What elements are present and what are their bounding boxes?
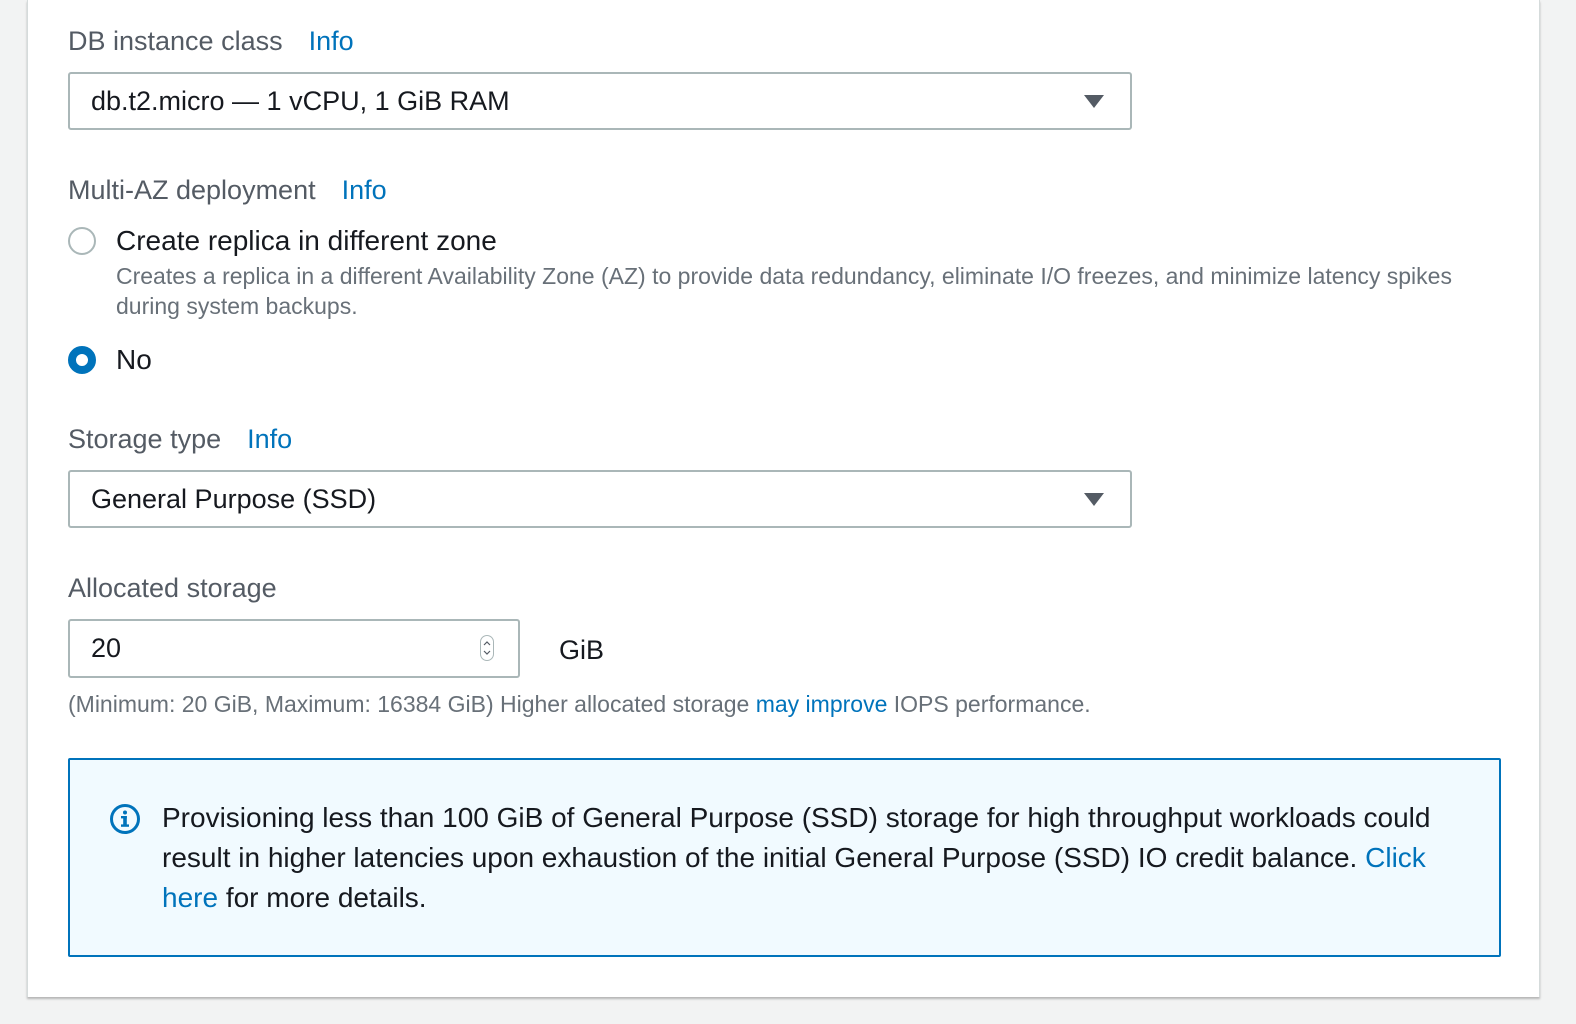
alert-message: Provisioning less than 100 GiB of Genera… [162,798,1462,918]
db-instance-class-label: DB instance class Info [68,24,354,58]
chevron-down-icon [1084,95,1104,108]
info-alert: Provisioning less than 100 GiB of Genera… [68,758,1501,957]
storage-type-select[interactable]: General Purpose (SSD) [68,470,1132,528]
constraint-suffix: IOPS performance. [887,691,1091,717]
allocated-storage-unit: GiB [559,635,605,665]
storage-type-value: General Purpose (SSD) [91,484,377,514]
chevron-down-icon [1084,493,1104,506]
multi-az-label-text: Multi-AZ deployment [68,175,316,205]
db-instance-class-select[interactable]: db.t2.micro — 1 vCPU, 1 GiB RAM [68,72,1132,130]
db-instance-class-label-text: DB instance class [68,26,283,56]
storage-type-label: Storage type Info [68,422,292,456]
radio-option-no-label: No [116,344,152,375]
alert-message-suffix: for more details. [218,882,427,913]
radio-option-create-replica-label: Create replica in different zone [116,225,497,256]
allocated-storage-value: 20 [91,633,122,663]
allocated-storage-label: Allocated storage [68,573,277,603]
db-instance-class-info-link[interactable]: Info [309,26,354,56]
multi-az-info-link[interactable]: Info [342,175,387,205]
radio-button-selected[interactable] [68,346,96,374]
allocated-storage-constraint: (Minimum: 20 GiB, Maximum: 16384 GiB) Hi… [68,689,1091,719]
constraint-text: (Minimum: 20 GiB, Maximum: 16384 GiB) Hi… [68,691,756,717]
number-stepper-icon[interactable] [480,635,494,661]
radio-option-create-replica-description: Creates a replica in a different Availab… [116,263,1452,319]
allocated-storage-input[interactable]: 20 [68,619,520,678]
multi-az-label: Multi-AZ deployment Info [68,173,387,207]
may-improve-link[interactable]: may improve [756,691,888,717]
alert-message-text: Provisioning less than 100 GiB of Genera… [162,802,1431,873]
info-circle-icon [110,804,140,834]
settings-panel: DB instance class Info db.t2.micro — 1 vC… [27,0,1540,997]
radio-button-unselected[interactable] [68,227,96,255]
storage-type-label-text: Storage type [68,424,222,454]
storage-type-info-link[interactable]: Info [247,424,292,454]
db-instance-class-value: db.t2.micro — 1 vCPU, 1 GiB RAM [91,86,510,116]
